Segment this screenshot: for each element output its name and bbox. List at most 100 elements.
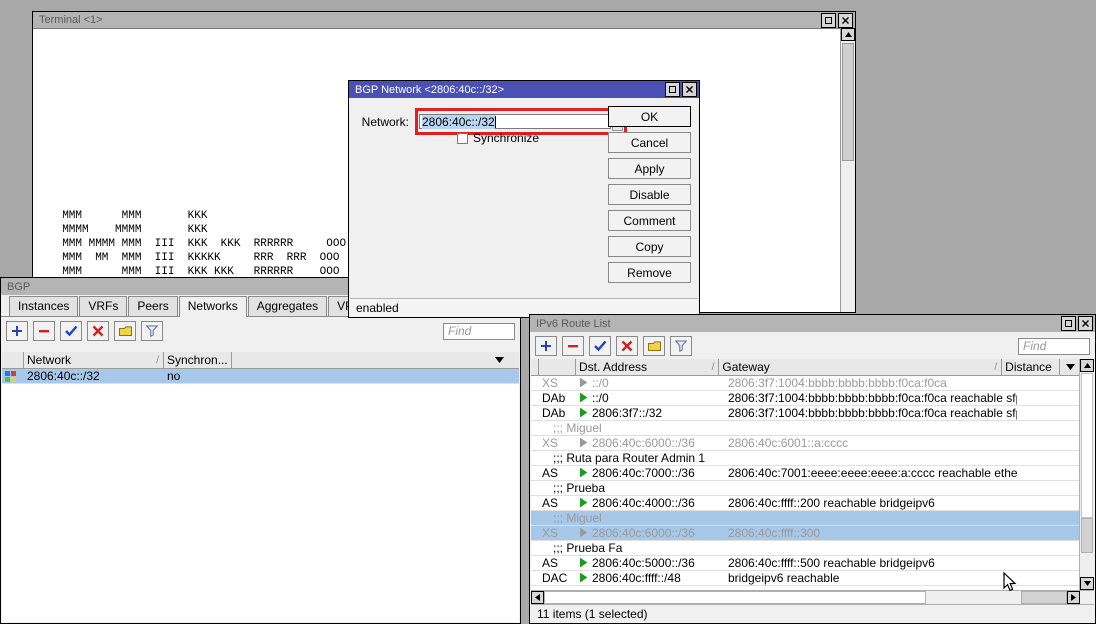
dialog-status-text: enabled [356,301,399,315]
table-row-comment[interactable]: ;;; Prueba Fa [531,541,1080,556]
table-row[interactable]: DAC2806:40c:ffff::/48bridgeipv6 reachabl… [531,571,1080,586]
scroll-right-icon[interactable] [1067,591,1080,604]
table-row[interactable]: 2806:40c::/32no [2,369,519,384]
table-row[interactable]: AS2806:40c:7000::/362806:40c:7001:eeee:e… [531,466,1080,481]
route-active-arrow-icon [580,496,589,510]
dialog-titlebar[interactable]: BGP Network <2806:40c::/32> [349,81,699,98]
tab-networks[interactable]: Networks [179,296,247,317]
network-input[interactable]: 2806:40c::/32 [419,114,611,129]
bgp-toolbar[interactable]: Find [1,317,520,345]
scrollbar-thumb[interactable] [842,43,854,161]
column-header[interactable] [539,359,576,375]
scrollbar-track-upper[interactable] [1081,373,1093,518]
route-horizontal-scrollbar[interactable] [531,590,1094,604]
tab-instances[interactable]: Instances [9,296,78,316]
find-input[interactable]: Find [443,323,515,340]
remove-button[interactable] [33,321,55,341]
column-header-dst-address[interactable]: Dst. Address/ [576,359,719,375]
table-row-comment[interactable]: ;;; Prueba [531,481,1080,496]
table-row[interactable]: AS2806:40c:5000::/362806:40c:ffff::500 r… [531,556,1080,571]
remove-button[interactable] [562,336,584,356]
terminal-scrollbar[interactable] [840,28,855,312]
dst-address-text: 2806:40c:ffff::/48 [592,571,681,585]
bgp-network-dialog[interactable]: BGP Network <2806:40c::/32> Network: 280… [348,80,700,318]
cancel-button[interactable]: Cancel [608,132,691,153]
remove-button[interactable]: Remove [608,262,691,283]
close-icon[interactable] [1078,316,1093,331]
scrollbar-thumb[interactable] [1081,518,1093,553]
disable-button[interactable] [616,336,638,356]
synchronize-row[interactable]: Synchronize [457,131,539,145]
close-icon[interactable] [682,82,697,97]
route-toolbar[interactable]: Find [530,332,1095,360]
route-title: IPv6 Route List [536,318,1061,330]
route-active-arrow-icon [580,556,589,570]
route-table-body[interactable]: XS::/02806:3f7:1004:bbbb:bbbb:bbbb:f0ca:… [531,376,1080,586]
route-table-header[interactable]: Dst. Address/Gateway/Distance [531,359,1080,376]
comment-button[interactable] [114,321,136,341]
scroll-up-icon[interactable] [841,28,855,41]
disable-button[interactable] [87,321,109,341]
route-table[interactable]: Dst. Address/Gateway/Distance XS::/02806… [531,359,1080,590]
table-row-comment[interactable]: ;;; Miguel [531,511,1080,526]
button-label: Comment [623,214,675,228]
comment-button[interactable]: Comment [608,210,691,231]
tab-vrfs[interactable]: VRFs [79,296,127,316]
disable-button[interactable]: Disable [608,184,691,205]
find-input[interactable]: Find [1018,338,1090,355]
add-button[interactable] [535,336,557,356]
filter-button[interactable] [141,321,163,341]
column-header[interactable] [2,352,24,368]
tab-aggregates[interactable]: Aggregates [248,296,327,316]
scroll-down-icon[interactable] [1080,577,1094,590]
route-vertical-scrollbar[interactable] [1079,359,1094,590]
scroll-left-icon[interactable] [531,591,544,604]
column-header-label: Synchron... [167,353,228,367]
dialog-button-column[interactable]: OK Cancel Apply Disable Comment Copy Remove [608,106,691,283]
bgp-networks-table[interactable]: 2806:40c::/32no [2,369,519,622]
route-titlebar[interactable]: IPv6 Route List [530,315,1095,332]
table-row-comment[interactable]: ;;; Ruta para Router Admin 1 [531,451,1080,466]
cell-flags: DAb [539,406,577,420]
enable-button[interactable] [60,321,82,341]
apply-button[interactable]: Apply [608,158,691,179]
column-header-distance[interactable]: Distance [1002,359,1060,375]
scroll-up-icon[interactable] [1080,359,1094,372]
table-row[interactable]: DAb::/02806:3f7:1004:bbbb:bbbb:bbbb:f0ca… [531,391,1080,406]
maximize-icon[interactable] [665,82,680,97]
column-menu-icon[interactable] [1060,359,1080,375]
bgp-table-header[interactable]: Network/Synchron... [2,352,519,369]
tab-peers[interactable]: Peers [128,296,177,316]
table-row[interactable]: DAb2806:3f7::/322806:3f7:1004:bbbb:bbbb:… [531,406,1080,421]
ok-button[interactable]: OK [608,106,691,127]
maximize-icon[interactable] [821,13,836,28]
column-menu-icon[interactable] [495,355,504,365]
comment-button[interactable] [643,336,665,356]
table-row[interactable]: AS2806:40c:4000::/362806:40c:ffff::200 r… [531,496,1080,511]
hscroll-thumb[interactable] [544,591,926,604]
table-row[interactable]: XS::/02806:3f7:1004:bbbb:bbbb:bbbb:f0ca:… [531,376,1080,391]
route-active-arrow-icon [580,526,589,540]
column-header[interactable] [531,359,539,375]
hscroll-track-right[interactable] [1021,591,1067,604]
copy-button[interactable]: Copy [608,236,691,257]
bgp-window[interactable]: BGP InstancesVRFsPeersNetworksAggregates… [0,277,521,624]
maximize-icon[interactable] [1061,316,1076,331]
hscroll-track[interactable] [544,591,1021,604]
ipv6-route-list-window[interactable]: IPv6 Route List Find [529,314,1096,624]
column-header[interactable] [232,352,507,368]
add-button[interactable] [6,321,28,341]
column-header-gateway[interactable]: Gateway/ [719,359,1002,375]
column-header-synchron-[interactable]: Synchron... [164,352,232,368]
synchronize-checkbox[interactable] [457,133,468,144]
close-icon[interactable] [838,13,853,28]
table-row-comment[interactable]: ;;; Miguel [531,421,1080,436]
column-header-network[interactable]: Network/ [24,352,164,368]
terminal-titlebar[interactable]: Terminal <1> [33,12,855,28]
table-row[interactable]: XS2806:40c:6000::/362806:40c:ffff::300 [531,526,1080,541]
enable-button[interactable] [589,336,611,356]
cell-dst-address: 2806:40c:5000::/36 [577,556,725,570]
filter-button[interactable] [670,336,692,356]
table-row[interactable]: XS2806:40c:6000::/362806:40c:6001::a:ccc… [531,436,1080,451]
dst-address-text: ::/0 [592,376,609,390]
